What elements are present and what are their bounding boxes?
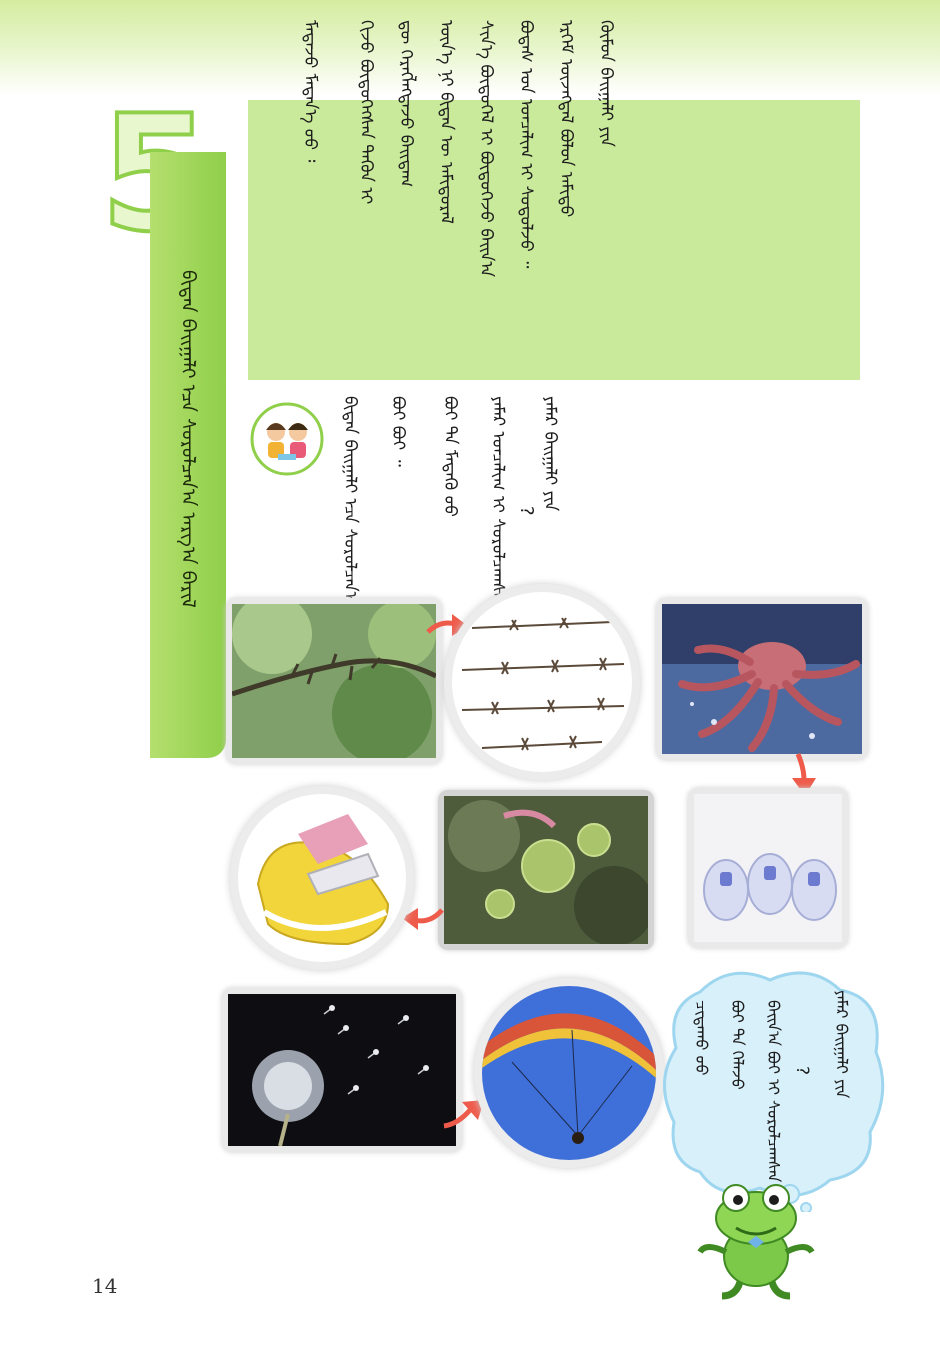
- thorny-branch-photo: [226, 598, 442, 764]
- paraglider-photo: [474, 978, 664, 1168]
- intro-line-2: ᠡᠷᠬᠡᠮ ᠦᠵᠡᠭᠳᠡᠯ ᠪᠤᠯᠤᠨ ᠠᠮᠢᠳᠤ: [556, 20, 576, 218]
- question-line-2: ᠶᠠᠮᠠᠷ ᠣᠨᠴᠠᠯᠢᠭ ᠢ ᠰᠤᠷᠤᠯᠴᠠᠭᠰᠠᠨ: [488, 396, 508, 606]
- question-line-4: ᠪᠤᠢ ᠪᠤᠢ ᠃: [388, 396, 408, 467]
- intro-line-4: ᠰᠢᠨ᠎ᠡ ᠪᠦᠲᠦᠭᠡᠯ ᠢ ᠪᠦᠲᠦᠭᠡᠵᠦ ᠪᠠᠢᠨ᠎ᠠ: [476, 20, 496, 278]
- cloud-line-4: ᠴᠢᠳᠠᠬᠤ ᠦᠦ: [692, 1000, 711, 1076]
- intro-line-6: ᠳᠦ ᠬᠡᠷᠡᠭᠯᠡᠭᠳᠡᠵᠦ ᠪᠠᠢᠳᠠᠭ: [396, 20, 416, 188]
- intro-line-7: ᠬᠢᠵᠦ ᠪᠦᠲᠦᠭᠡᠭᠰᠡᠨ ᠲᠡᠭᠦᠨ ᠢ: [356, 20, 376, 205]
- octopus-photo: [656, 598, 868, 760]
- velcro-shoe-photo: [230, 786, 414, 970]
- cloud-line-2: ᠪᠠᠢᠨ᠎ᠠ ᠪᠤᠢ ᠢ ᠰᠤᠷᠤᠯᠴᠠᠭᠰᠠᠨ: [764, 1000, 783, 1183]
- frog-mascot-icon: [697, 1184, 815, 1300]
- question-line-5: ᠪᠢᠳᠡᠨ ᠪᠠᠢᠭᠠᠯᠢ ᠡᠴᠡ ᠰᠤᠷᠤᠯᠴᠠᠨ᠎ᠠ ᠠᠷᠭ᠎ᠠ ᠪᠠᠷᠢᠯ: [340, 396, 360, 699]
- dandelion-photo: [222, 988, 462, 1152]
- page-number: 14: [92, 1274, 118, 1298]
- question-end-mark: ?: [516, 506, 537, 516]
- suction-hooks-photo: [688, 788, 848, 948]
- cloud-line-3: ᠪᠤᠢ ᠲᠠ ᠬᠡᠯᠡᠵᠦ: [728, 1000, 747, 1090]
- intro-line-1: ᠬᠦᠮᠦᠨ ᠪᠠᠢᠭᠠᠯᠢ ᠶᠢᠨ: [596, 20, 616, 147]
- question-line-3: ᠪᠤᠢ ᠲᠠ ᠮᠡᠳᠡᠬᠦ ᠦᠦ: [440, 396, 460, 517]
- children-talking-icon: [250, 402, 324, 476]
- cloud-end-mark: ?: [792, 1066, 812, 1076]
- barbed-wire-photo: [444, 584, 640, 780]
- intro-line-3: ᠪᠤᠳᠠᠰ ᠤᠨ ᠣᠨᠴᠠᠯᠢᠭ ᠢ ᠰᠤᠳᠤᠯᠵᠤ ᠃: [516, 20, 536, 269]
- question-line-1: ᠶᠠᠮᠠᠷ ᠪᠠᠢᠭᠠᠯᠢ ᠶᠢᠨ: [540, 396, 560, 512]
- burdock-burr-photo: [438, 790, 654, 950]
- intro-line-8: ᠮᠡᠳᠡᠵᠦ ᠮᠡᠳᠡᠨ᠎ᠡ ᠦᠦ ᠄: [300, 20, 320, 163]
- intro-text-box: [248, 100, 860, 380]
- cloud-line-1: ᠶᠠᠮᠠᠷ ᠪᠠᠢᠭᠠᠯᠢ ᠶᠢᠨ: [832, 990, 851, 1099]
- intro-line-5: ᠦᠨ᠎ᠡ ᠨᠢ ᠪᠢᠳᠡᠨ ᠦ ᠠᠮᠢᠳᠤᠷᠠᠯ: [436, 20, 456, 224]
- lesson-title: ᠪᠢᠳᠡᠨ ᠪᠠᠢᠭᠠᠯᠢ ᠡᠴᠡ ᠰᠤᠷᠤᠯᠴᠠᠨ᠎ᠠ ᠠᠷᠭ᠎ᠠ ᠪᠠᠷᠢᠯ: [177, 270, 199, 608]
